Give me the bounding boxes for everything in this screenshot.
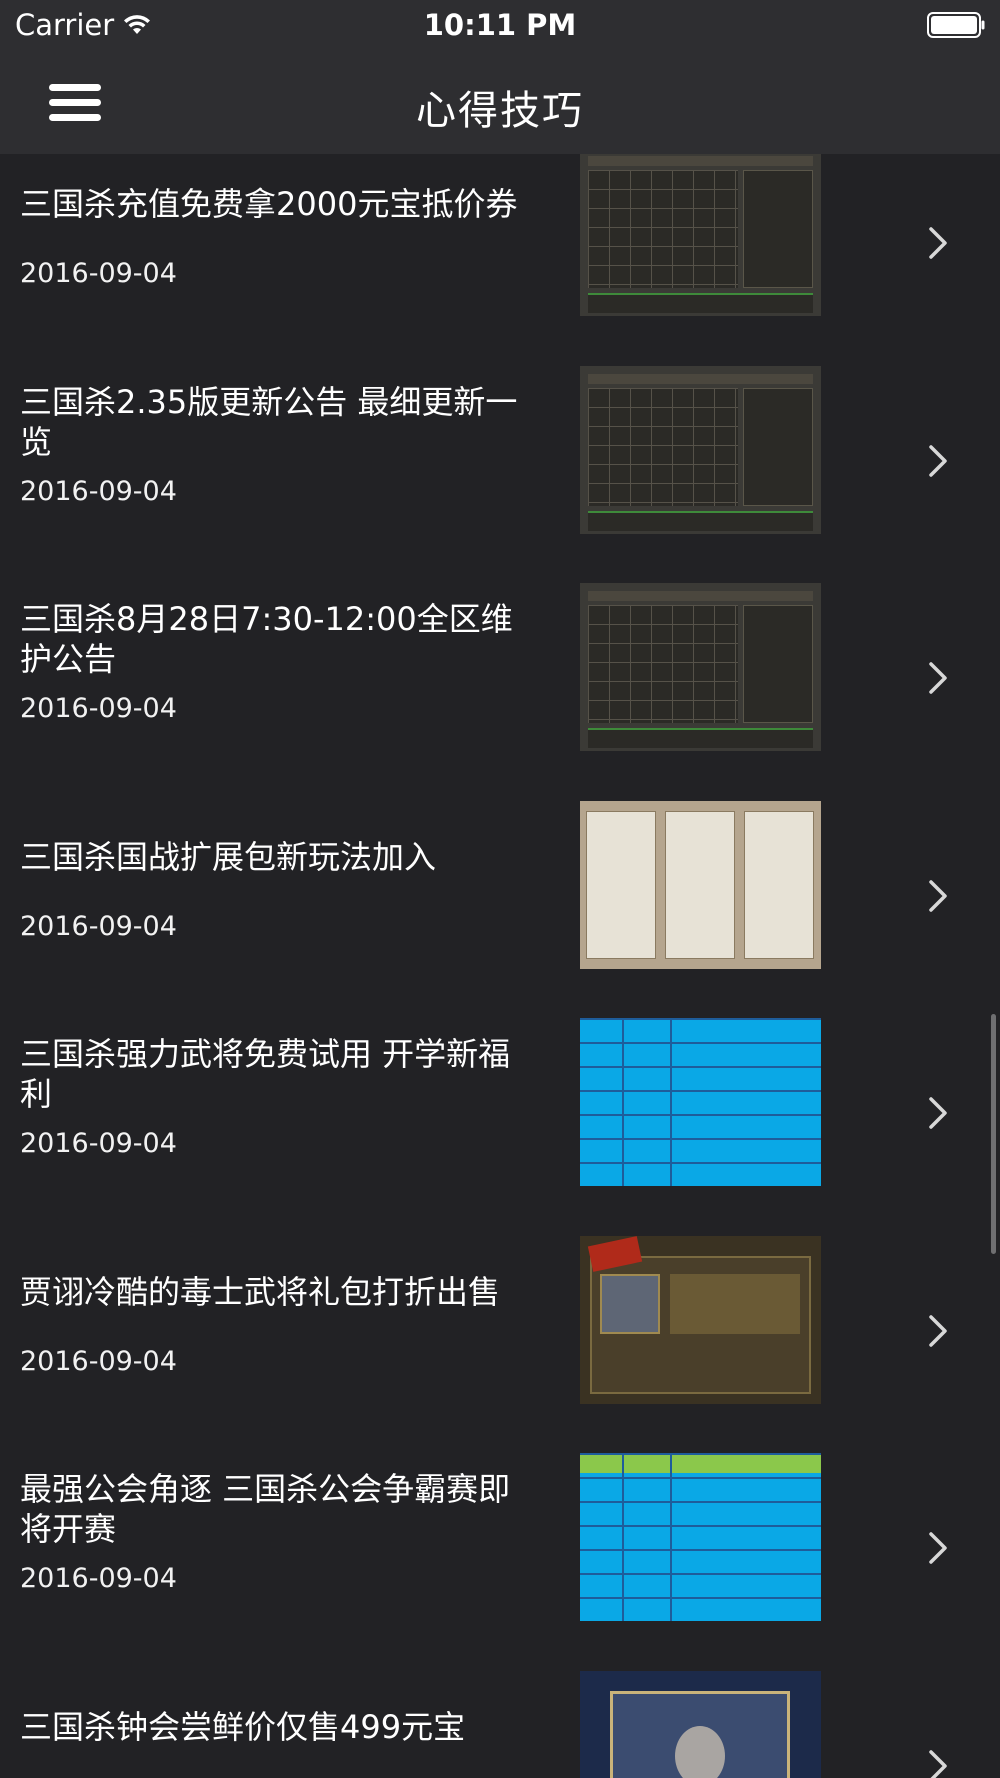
article-title: 三国杀强力武将免费试用 开学新福利 [20, 1035, 511, 1113]
article-thumbnail [580, 1235, 821, 1404]
list-item[interactable]: 三国杀2.35版更新公告 最细更新一览 2016-09-04 [0, 309, 1000, 534]
list-item[interactable]: 三国杀充值免费拿2000元宝抵价券 2016-09-04 [0, 154, 1000, 316]
article-title: 三国杀2.35版更新公告 最细更新一览 [20, 382, 518, 461]
article-thumbnail [580, 583, 821, 751]
article-date: 2016-09-04 [20, 910, 177, 942]
chevron-right-icon [929, 1749, 947, 1778]
article-title: 三国杀8月28日7:30-12:00全区维护公告 [20, 600, 513, 678]
article-title: 三国杀钟会尝鲜价仅售499元宝 [20, 1707, 466, 1746]
chevron-right-icon [929, 227, 947, 259]
status-time: 10:11 PM [423, 8, 577, 42]
article-thumbnail [580, 154, 821, 316]
list-item[interactable]: 贾诩冷酷的毒士武将礼包打折出售 2016-09-04 [0, 1179, 1000, 1404]
status-bar: Carrier 10:11 PM [0, 0, 1000, 52]
list-item[interactable]: 三国杀强力武将免费试用 开学新福利 2016-09-04 [0, 961, 1000, 1186]
battery-icon [927, 12, 985, 38]
article-title: 三国杀充值免费拿2000元宝抵价券 [20, 185, 518, 223]
chevron-right-icon [929, 662, 947, 694]
article-date: 2016-09-04 [20, 1128, 177, 1159]
article-title: 三国杀国战扩展包新玩法加入 [20, 837, 437, 876]
article-title: 最强公会角逐 三国杀公会争霸赛即将开赛 [20, 1470, 511, 1548]
list-item[interactable]: 三国杀8月28日7:30-12:00全区维护公告 2016-09-04 [0, 526, 1000, 751]
article-date: 2016-09-04 [20, 1345, 177, 1377]
article-thumbnail [580, 800, 821, 969]
article-title: 贾诩冷酷的毒士武将礼包打折出售 [20, 1272, 501, 1311]
chevron-right-icon [929, 1097, 947, 1129]
list-item[interactable]: 三国杀钟会尝鲜价仅售499元宝 [0, 1614, 1000, 1778]
article-date: 2016-09-04 [20, 475, 177, 507]
article-thumbnail [580, 365, 821, 534]
article-date: 2016-09-04 [20, 258, 177, 289]
chevron-right-icon [929, 444, 947, 477]
list-item[interactable]: 最强公会角逐 三国杀公会争霸赛即将开赛 2016-09-04 [0, 1396, 1000, 1621]
article-list[interactable]: 三国杀充值免费拿2000元宝抵价券 2016-09-04 三国杀2.35版更新公告 … [0, 154, 1000, 1778]
chevron-right-icon [929, 879, 947, 912]
navigation-bar: 心得技巧 [0, 52, 1000, 154]
article-date: 2016-09-04 [20, 1563, 177, 1594]
article-thumbnail [580, 1670, 821, 1778]
article-thumbnail [580, 1018, 821, 1186]
chevron-right-icon [929, 1532, 947, 1564]
article-thumbnail [580, 1453, 821, 1621]
page-title: 心得技巧 [416, 88, 584, 134]
list-item[interactable]: 三国杀国战扩展包新玩法加入 2016-09-04 [0, 744, 1000, 969]
chevron-right-icon [929, 1314, 947, 1347]
scrollbar[interactable] [991, 1014, 996, 1254]
article-date: 2016-09-04 [20, 693, 177, 724]
